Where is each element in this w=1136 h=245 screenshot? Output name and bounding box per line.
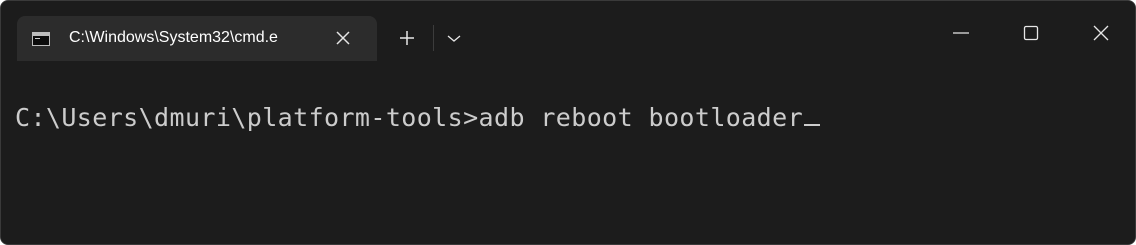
tab-title: C:\Windows\System32\cmd.e [69,29,278,46]
tab-divider [433,25,434,51]
tab-dropdown-button[interactable] [441,25,467,51]
minimize-icon [953,32,969,34]
maximize-button[interactable] [1009,11,1053,55]
command-text: adb reboot bootloader [478,103,804,132]
title-bar[interactable]: C:\Windows\System32\cmd.e [1,1,1135,61]
close-icon [336,31,350,45]
text-cursor [804,124,821,126]
minimize-button[interactable] [939,11,983,55]
command-line: C:\Users\dmuri\platform-tools>adb reboot… [15,103,821,132]
close-tab-button[interactable] [333,28,353,48]
new-tab-button[interactable] [393,25,421,51]
maximize-icon [1023,25,1039,41]
chevron-down-icon [447,35,461,42]
close-icon [1093,25,1109,41]
cmd-icon [32,32,50,46]
terminal-content[interactable]: C:\Users\dmuri\platform-tools>adb reboot… [1,61,1135,244]
terminal-window: C:\Windows\System32\cmd.e C:\Users\dmuri… [0,0,1136,245]
plus-icon [400,31,414,45]
close-window-button[interactable] [1079,11,1123,55]
tab-cmd[interactable]: C:\Windows\System32\cmd.e [17,16,377,61]
prompt-text: C:\Users\dmuri\platform-tools> [15,103,479,132]
